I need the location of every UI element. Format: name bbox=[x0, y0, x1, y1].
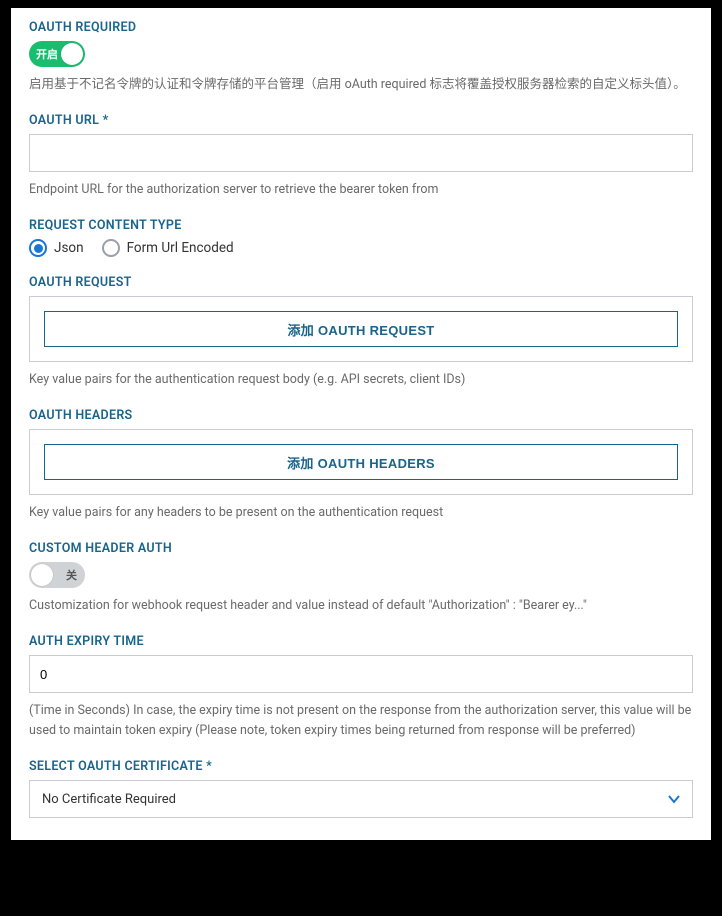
toggle-knob bbox=[31, 564, 53, 586]
oauth-request-label: OAUTH REQUEST bbox=[29, 275, 693, 290]
toggle-knob bbox=[61, 43, 83, 65]
select-cert-label: SELECT OAUTH CERTIFICATE * bbox=[29, 759, 693, 774]
radio-circle-icon bbox=[29, 239, 47, 257]
oauth-request-box: 添加 OAUTH REQUEST bbox=[29, 296, 693, 362]
oauth-request-desc: Key value pairs for the authentication r… bbox=[29, 370, 693, 390]
oauth-url-desc: Endpoint URL for the authorization serve… bbox=[29, 180, 693, 200]
oauth-required-desc: 启用基于不记名令牌的认证和令牌存储的平台管理（启用 oAuth required… bbox=[29, 75, 693, 95]
auth-expiry-input[interactable] bbox=[29, 655, 693, 693]
custom-header-desc: Customization for webhook request header… bbox=[29, 596, 693, 616]
chevron-down-icon bbox=[668, 793, 680, 805]
oauth-headers-box: 添加 OAUTH HEADERS bbox=[29, 429, 693, 495]
oauth-required-toggle[interactable]: 开启 bbox=[29, 41, 85, 67]
oauth-required-label: OAUTH REQUIRED bbox=[29, 20, 693, 35]
toggle-on-text: 开启 bbox=[36, 46, 58, 62]
custom-header-toggle[interactable]: 关 bbox=[29, 562, 85, 588]
radio-form-url-encoded[interactable]: Form Url Encoded bbox=[102, 239, 234, 257]
toggle-off-text: 关 bbox=[66, 567, 77, 583]
oauth-url-input[interactable] bbox=[29, 134, 693, 172]
oauth-url-label: OAUTH URL * bbox=[29, 113, 693, 128]
oauth-settings-panel: OAUTH REQUIRED 开启 启用基于不记名令牌的认证和令牌存储的平台管理… bbox=[11, 8, 711, 840]
content-type-label: REQUEST CONTENT TYPE bbox=[29, 218, 693, 233]
radio-form-label: Form Url Encoded bbox=[127, 240, 234, 256]
select-cert-value: No Certificate Required bbox=[42, 792, 176, 807]
custom-header-label: CUSTOM HEADER AUTH bbox=[29, 541, 693, 556]
radio-circle-icon bbox=[102, 239, 120, 257]
radio-json-label: Json bbox=[54, 240, 84, 256]
add-oauth-headers-button[interactable]: 添加 OAUTH HEADERS bbox=[44, 444, 678, 480]
select-cert-dropdown[interactable]: No Certificate Required bbox=[29, 780, 693, 818]
auth-expiry-desc: (Time in Seconds) In case, the expiry ti… bbox=[29, 701, 693, 741]
add-oauth-request-button[interactable]: 添加 OAUTH REQUEST bbox=[44, 311, 678, 347]
oauth-headers-desc: Key value pairs for any headers to be pr… bbox=[29, 503, 693, 523]
oauth-headers-label: OAUTH HEADERS bbox=[29, 408, 693, 423]
auth-expiry-label: AUTH EXPIRY TIME bbox=[29, 634, 693, 649]
radio-json[interactable]: Json bbox=[29, 239, 84, 257]
content-type-radios: Json Form Url Encoded bbox=[29, 239, 693, 257]
